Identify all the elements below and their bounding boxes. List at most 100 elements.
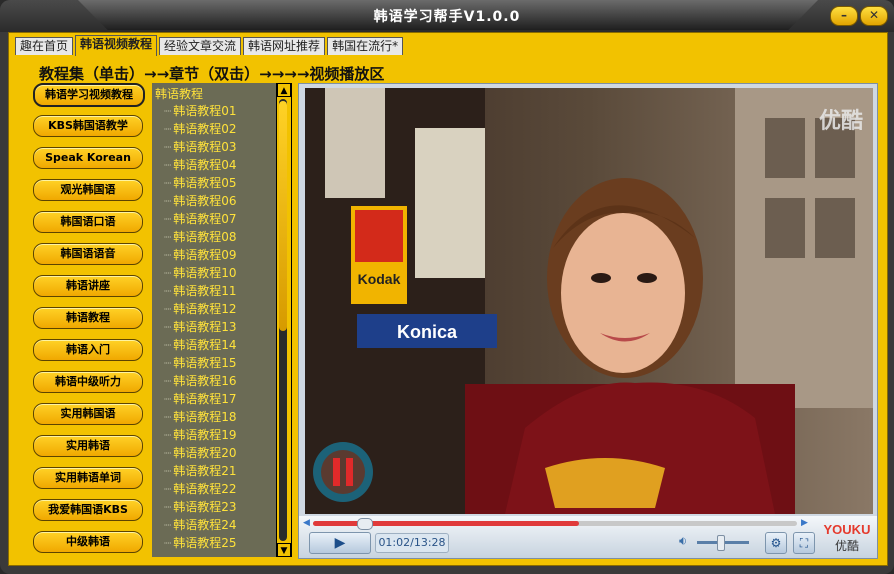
play-button[interactable]: ▶ bbox=[309, 532, 371, 554]
category-button[interactable]: 中级韩语 bbox=[33, 531, 143, 553]
chapter-tree: 韩语教程 ┈ 韩语教程01 ┈ 韩语教程02 ┈ 韩语教程03 ┈ 韩语教程04 ┈ 韩语… bbox=[152, 83, 276, 557]
tree-item-label: 韩语教程14 bbox=[173, 338, 237, 352]
tree-item[interactable]: ┈ 韩语教程07 bbox=[164, 210, 237, 227]
tab-websites[interactable]: 韩语网址推荐 bbox=[243, 37, 326, 55]
pause-icon[interactable] bbox=[313, 442, 373, 502]
category-button[interactable]: 实用韩语 bbox=[33, 435, 143, 457]
tree-item-label: 韩语教程08 bbox=[173, 230, 237, 244]
tab-home[interactable]: 趣在首页 bbox=[15, 37, 74, 55]
video-area[interactable]: Kodak Konica 优酷 bbox=[305, 88, 873, 514]
tree-item[interactable]: ┈ 韩语教程04 bbox=[164, 156, 237, 173]
youku-watermark: 优酷 bbox=[819, 108, 863, 134]
category-button[interactable]: 我爱韩国语KBS bbox=[33, 499, 143, 521]
tree-item[interactable]: ┈ 韩语教程11 bbox=[164, 282, 237, 299]
scroll-thumb[interactable] bbox=[279, 101, 287, 331]
tree-item[interactable]: ┈ 韩语教程02 bbox=[164, 120, 237, 137]
tree-scrollbar[interactable]: ▲ ▼ bbox=[276, 83, 292, 557]
tree-item[interactable]: ┈ 韩语教程21 bbox=[164, 462, 237, 479]
scroll-down-icon[interactable]: ▼ bbox=[277, 543, 291, 557]
category-button[interactable]: Speak Korean bbox=[33, 147, 143, 169]
control-bar: ◀ ▶ ▶ 01:02/13:28 🔉︎ ⚙ ⛶ YOUKU 优酷 bbox=[299, 516, 877, 558]
tree-item[interactable]: ┈ 韩语教程10 bbox=[164, 264, 237, 281]
tree-item[interactable]: ┈ 韩语教程03 bbox=[164, 138, 237, 155]
fullscreen-icon[interactable]: ⛶ bbox=[793, 532, 815, 554]
tree-item[interactable]: ┈ 韩语教程13 bbox=[164, 318, 237, 335]
progress-played bbox=[313, 521, 580, 526]
tree-item-label: 韩语教程22 bbox=[173, 482, 237, 496]
tree-item[interactable]: ┈ 韩语教程19 bbox=[164, 426, 237, 443]
tree-item[interactable]: ┈ 韩语教程20 bbox=[164, 444, 237, 461]
youku-logo: YOUKU 优酷 bbox=[819, 522, 875, 554]
video-frame: Kodak Konica 优酷 bbox=[305, 88, 873, 514]
tree-item[interactable]: ┈ 韩语教程09 bbox=[164, 246, 237, 263]
minimize-button[interactable]: – bbox=[830, 6, 858, 26]
tree-root[interactable]: 韩语教程 bbox=[155, 85, 203, 102]
time-display: 01:02/13:28 bbox=[375, 533, 449, 553]
category-button[interactable]: 韩语中级听力 bbox=[33, 371, 143, 393]
tree-item[interactable]: ┈ 韩语教程14 bbox=[164, 336, 237, 353]
tree-item-label: 韩语教程20 bbox=[173, 446, 237, 460]
app-window: 韩语学习帮手V1.0.0 – ✕ 趣在首页 韩语视频教程 经验文章交流 韩语网址… bbox=[0, 0, 894, 574]
wrench-icon[interactable]: ⚙ bbox=[765, 532, 787, 554]
tree-item-label: 韩语教程23 bbox=[173, 500, 237, 514]
tab-articles[interactable]: 经验文章交流 bbox=[159, 37, 242, 55]
youku-logo-cn: 优酷 bbox=[834, 539, 859, 553]
progress-bar[interactable] bbox=[313, 518, 797, 530]
tree-item-label: 韩语教程24 bbox=[173, 518, 237, 532]
tab-bar: 趣在首页 韩语视频教程 经验文章交流 韩语网址推荐 韩国在流行* bbox=[15, 35, 405, 56]
seek-back-icon[interactable]: ◀ bbox=[303, 518, 310, 528]
tree-item-label: 韩语教程04 bbox=[173, 158, 237, 172]
category-button[interactable]: 实用韩国语 bbox=[33, 403, 143, 425]
title-bar[interactable]: 韩语学习帮手V1.0.0 – ✕ bbox=[0, 0, 894, 32]
category-button[interactable]: 韩语入门 bbox=[33, 339, 143, 361]
tree-item-label: 韩语教程09 bbox=[173, 248, 237, 262]
video-player: Kodak Konica 优酷 ◀ ▶ ▶ 01:02/13:28 🔉︎ ⚙ ⛶… bbox=[298, 83, 878, 559]
tree-item[interactable]: ┈ 韩语教程24 bbox=[164, 516, 237, 533]
tree-item-label: 韩语教程03 bbox=[173, 140, 237, 154]
tree-item[interactable]: ┈ 韩语教程25 bbox=[164, 534, 237, 551]
tree-item-label: 韩语教程16 bbox=[173, 374, 237, 388]
tab-trending[interactable]: 韩国在流行* bbox=[327, 37, 404, 55]
tree-item[interactable]: ┈ 韩语教程08 bbox=[164, 228, 237, 245]
tree-item-label: 韩语教程18 bbox=[173, 410, 237, 424]
volume-knob[interactable] bbox=[717, 535, 726, 551]
tree-item[interactable]: ┈ 韩语教程18 bbox=[164, 408, 237, 425]
tree-item[interactable]: ┈ 韩语教程15 bbox=[164, 354, 237, 371]
tree-item-label: 韩语教程05 bbox=[173, 176, 237, 190]
konica-sign: Konica bbox=[397, 322, 458, 342]
tree-item-label: 韩语教程06 bbox=[173, 194, 237, 208]
tree-item[interactable]: ┈ 韩语教程05 bbox=[164, 174, 237, 191]
tree-item[interactable]: ┈ 韩语教程23 bbox=[164, 498, 237, 515]
tree-item[interactable]: ┈ 韩语教程12 bbox=[164, 300, 237, 317]
scroll-up-icon[interactable]: ▲ bbox=[277, 83, 291, 97]
tree-item-label: 韩语教程13 bbox=[173, 320, 237, 334]
category-button[interactable]: 实用韩语单词 bbox=[33, 467, 143, 489]
tree-item[interactable]: ┈ 韩语教程16 bbox=[164, 372, 237, 389]
category-button[interactable]: 韩国语语音 bbox=[33, 243, 143, 265]
tree-item[interactable]: ┈ 韩语教程22 bbox=[164, 480, 237, 497]
tree-item-label: 韩语教程10 bbox=[173, 266, 237, 280]
tree-item-label: 韩语教程12 bbox=[173, 302, 237, 316]
volume-icon[interactable]: 🔉︎ bbox=[679, 534, 687, 549]
category-button[interactable]: KBS韩国语教学 bbox=[33, 115, 143, 137]
window-title: 韩语学习帮手V1.0.0 bbox=[373, 9, 521, 25]
category-button[interactable]: 韩国语口语 bbox=[33, 211, 143, 233]
close-button[interactable]: ✕ bbox=[860, 6, 888, 26]
category-button[interactable]: 韩语学习视频教程 bbox=[33, 83, 145, 107]
tree-item-label: 韩语教程01 bbox=[173, 104, 237, 118]
seek-forward-icon[interactable]: ▶ bbox=[801, 518, 808, 528]
tree-item[interactable]: ┈ 韩语教程01 bbox=[164, 102, 237, 119]
main-frame: 趣在首页 韩语视频教程 经验文章交流 韩语网址推荐 韩国在流行* 教程集（单击）… bbox=[8, 32, 888, 566]
tree-item-label: 韩语教程15 bbox=[173, 356, 237, 370]
tree-item[interactable]: ┈ 韩语教程17 bbox=[164, 390, 237, 407]
tree-item-label: 韩语教程07 bbox=[173, 212, 237, 226]
section-heading: 教程集（单击）→→章节（双击）→→→→视频播放区 bbox=[39, 65, 385, 83]
category-button[interactable]: 观光韩国语 bbox=[33, 179, 143, 201]
progress-knob[interactable] bbox=[356, 518, 373, 530]
tree-item-label: 韩语教程19 bbox=[173, 428, 237, 442]
tree-item-label: 韩语教程11 bbox=[173, 284, 237, 298]
tab-video-tutorials[interactable]: 韩语视频教程 bbox=[75, 35, 158, 56]
category-button[interactable]: 韩语教程 bbox=[33, 307, 143, 329]
category-button[interactable]: 韩语讲座 bbox=[33, 275, 143, 297]
tree-item[interactable]: ┈ 韩语教程06 bbox=[164, 192, 237, 209]
